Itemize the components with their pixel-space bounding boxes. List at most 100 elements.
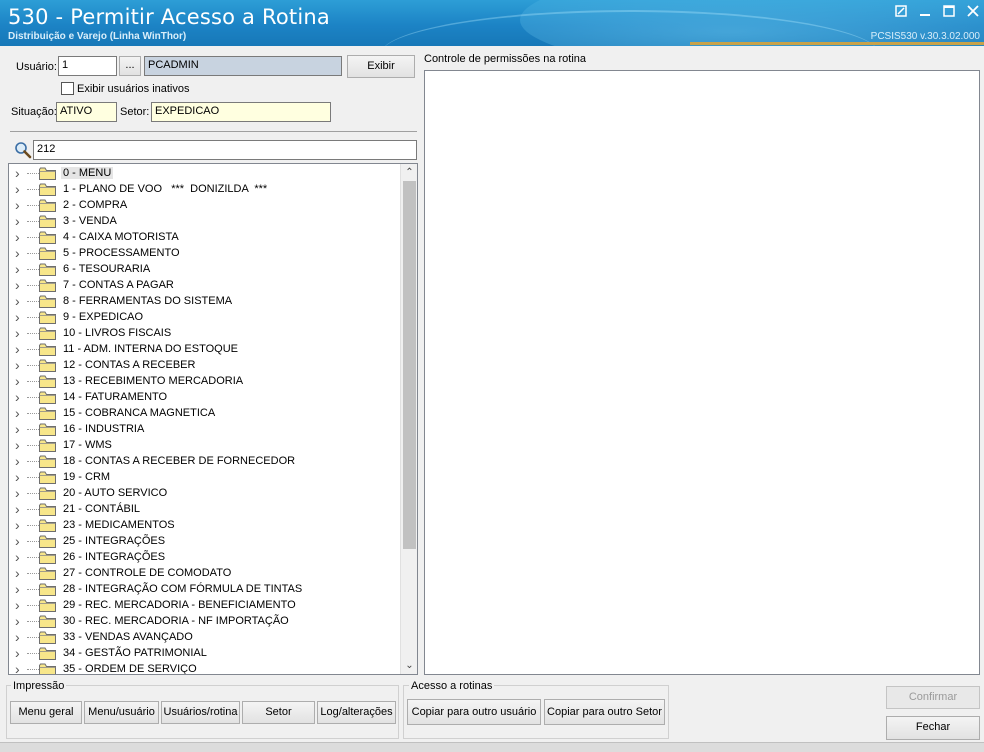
expand-chevron-icon[interactable]: › (15, 181, 25, 197)
tree-item[interactable]: › 30 - REC. MERCADORIA - NF IMPORTAÇÃO (9, 613, 291, 629)
expand-chevron-icon[interactable]: › (15, 549, 25, 565)
show-button[interactable]: Exibir (347, 55, 415, 78)
expand-chevron-icon[interactable]: › (15, 309, 25, 325)
tree-item[interactable]: › 25 - INTEGRAÇÕES (9, 533, 167, 549)
maximize-icon[interactable] (942, 5, 956, 19)
change-log-button[interactable]: Log/alterações (317, 701, 396, 724)
tree-scrollbar[interactable]: ⌃ ⌄ (400, 164, 417, 674)
minimize-icon[interactable] (918, 5, 932, 19)
show-inactive-label: Exibir usuários inativos (77, 83, 190, 95)
tree-item[interactable]: › 16 - INDUSTRIA (9, 421, 146, 437)
close-button[interactable]: Fechar (886, 716, 980, 740)
expand-chevron-icon[interactable]: › (15, 645, 25, 661)
expand-chevron-icon[interactable]: › (15, 165, 25, 181)
tree-item[interactable]: › 15 - COBRANCA MAGNETICA (9, 405, 217, 421)
confirm-button[interactable]: Confirmar (886, 686, 980, 709)
menu-general-button[interactable]: Menu geral (10, 701, 82, 724)
tree-item[interactable]: › 5 - PROCESSAMENTO (9, 245, 182, 261)
tree-item[interactable]: › 20 - AUTO SERVICO (9, 485, 169, 501)
expand-chevron-icon[interactable]: › (15, 485, 25, 501)
expand-chevron-icon[interactable]: › (15, 245, 25, 261)
tree-item[interactable]: › 1 - PLANO DE VOO *** DONIZILDA *** (9, 181, 269, 197)
tree-item-label: 30 - REC. MERCADORIA - NF IMPORTAÇÃO (63, 615, 289, 627)
menu-tree[interactable]: › 0 - MENU › 1 - PLANO DE VOO *** DONIZILDA… (8, 163, 418, 675)
sector-button[interactable]: Setor (242, 701, 315, 724)
tree-item[interactable]: › 9 - EXPEDICAO (9, 309, 145, 325)
tree-item[interactable]: › 3 - VENDA (9, 213, 119, 229)
tree-item-label: 34 - GESTÃO PATRIMONIAL (63, 647, 207, 659)
expand-chevron-icon[interactable]: › (15, 277, 25, 293)
tree-item[interactable]: › 17 - WMS (9, 437, 114, 453)
tree-item[interactable]: › 12 - CONTAS A RECEBER (9, 357, 197, 373)
tree-item[interactable]: › 14 - FATURAMENTO (9, 389, 169, 405)
tree-item[interactable]: › 19 - CRM (9, 469, 112, 485)
scroll-up-icon[interactable]: ⌃ (401, 164, 417, 181)
tree-item[interactable]: › 18 - CONTAS A RECEBER DE FORNECEDOR (9, 453, 297, 469)
show-inactive-checkbox[interactable] (61, 82, 74, 95)
tree-item[interactable]: › 10 - LIVROS FISCAIS (9, 325, 173, 341)
tree-item[interactable]: › 23 - MEDICAMENTOS (9, 517, 177, 533)
tree-item[interactable]: › 21 - CONTÁBIL (9, 501, 142, 517)
scroll-down-icon[interactable]: ⌄ (401, 657, 417, 674)
search-input[interactable]: 212 (33, 140, 417, 160)
tree-item[interactable]: › 13 - RECEBIMENTO MERCADORIA (9, 373, 245, 389)
expand-chevron-icon[interactable]: › (15, 501, 25, 517)
tree-item[interactable]: › 28 - INTEGRAÇÃO COM FÓRMULA DE TINTAS (9, 581, 304, 597)
tree-item[interactable]: › 26 - INTEGRAÇÕES (9, 549, 167, 565)
search-icon (14, 141, 32, 159)
expand-chevron-icon[interactable]: › (15, 373, 25, 389)
expand-chevron-icon[interactable]: › (15, 421, 25, 437)
expand-chevron-icon[interactable]: › (15, 213, 25, 229)
user-code-field[interactable]: 1 (58, 56, 117, 76)
tree-item[interactable]: › 35 - ORDEM DE SERVIÇO (9, 661, 199, 674)
expand-chevron-icon[interactable]: › (15, 517, 25, 533)
restore-icon[interactable] (894, 5, 908, 19)
tree-item[interactable]: › 7 - CONTAS A PAGAR (9, 277, 176, 293)
expand-chevron-icon[interactable]: › (15, 357, 25, 373)
user-name-field: PCADMIN (144, 56, 342, 76)
expand-chevron-icon[interactable]: › (15, 325, 25, 341)
menu-user-button[interactable]: Menu/usuário (84, 701, 159, 724)
permissions-panel[interactable] (424, 70, 980, 675)
expand-chevron-icon[interactable]: › (15, 293, 25, 309)
expand-chevron-icon[interactable]: › (15, 261, 25, 277)
tree-item[interactable]: › 33 - VENDAS AVANÇADO (9, 629, 195, 645)
expand-chevron-icon[interactable]: › (15, 613, 25, 629)
title-bar: 530 - Permitir Acesso a Rotina Distribui… (0, 0, 984, 46)
expand-chevron-icon[interactable]: › (15, 405, 25, 421)
expand-chevron-icon[interactable]: › (15, 565, 25, 581)
folder-icon (39, 391, 56, 404)
tree-item-label: 23 - MEDICAMENTOS (63, 519, 175, 531)
expand-chevron-icon[interactable]: › (15, 581, 25, 597)
expand-chevron-icon[interactable]: › (15, 453, 25, 469)
expand-chevron-icon[interactable]: › (15, 389, 25, 405)
tree-item[interactable]: › 8 - FERRAMENTAS DO SISTEMA (9, 293, 234, 309)
expand-chevron-icon[interactable]: › (15, 629, 25, 645)
scroll-thumb[interactable] (403, 181, 416, 549)
tree-connector (27, 396, 39, 398)
tree-item[interactable]: › 6 - TESOURARIA (9, 261, 152, 277)
expand-chevron-icon[interactable]: › (15, 533, 25, 549)
tree-item[interactable]: › 11 - ADM. INTERNA DO ESTOQUE (9, 341, 240, 357)
expand-chevron-icon[interactable]: › (15, 197, 25, 213)
expand-chevron-icon[interactable]: › (15, 469, 25, 485)
status-field: ATIVO (56, 102, 117, 122)
tree-item[interactable]: › 34 - GESTÃO PATRIMONIAL (9, 645, 209, 661)
expand-chevron-icon[interactable]: › (15, 661, 25, 674)
expand-chevron-icon[interactable]: › (15, 229, 25, 245)
expand-chevron-icon[interactable]: › (15, 437, 25, 453)
close-icon[interactable] (966, 5, 980, 19)
tree-item-label: 25 - INTEGRAÇÕES (63, 535, 166, 547)
tree-item[interactable]: › 4 - CAIXA MOTORISTA (9, 229, 181, 245)
copy-to-sector-button[interactable]: Copiar para outro Setor (544, 699, 665, 725)
tree-item[interactable]: › 0 - MENU (9, 165, 114, 181)
tree-item[interactable]: › 2 - COMPRA (9, 197, 129, 213)
tree-connector (27, 236, 39, 238)
user-lookup-button[interactable]: ... (119, 56, 141, 76)
tree-item[interactable]: › 29 - REC. MERCADORIA - BENEFICIAMENTO (9, 597, 298, 613)
expand-chevron-icon[interactable]: › (15, 597, 25, 613)
users-routine-button[interactable]: Usuários/rotina (161, 701, 240, 724)
copy-to-user-button[interactable]: Copiar para outro usuário (407, 699, 541, 725)
expand-chevron-icon[interactable]: › (15, 341, 25, 357)
tree-item[interactable]: › 27 - CONTROLE DE COMODATO (9, 565, 233, 581)
